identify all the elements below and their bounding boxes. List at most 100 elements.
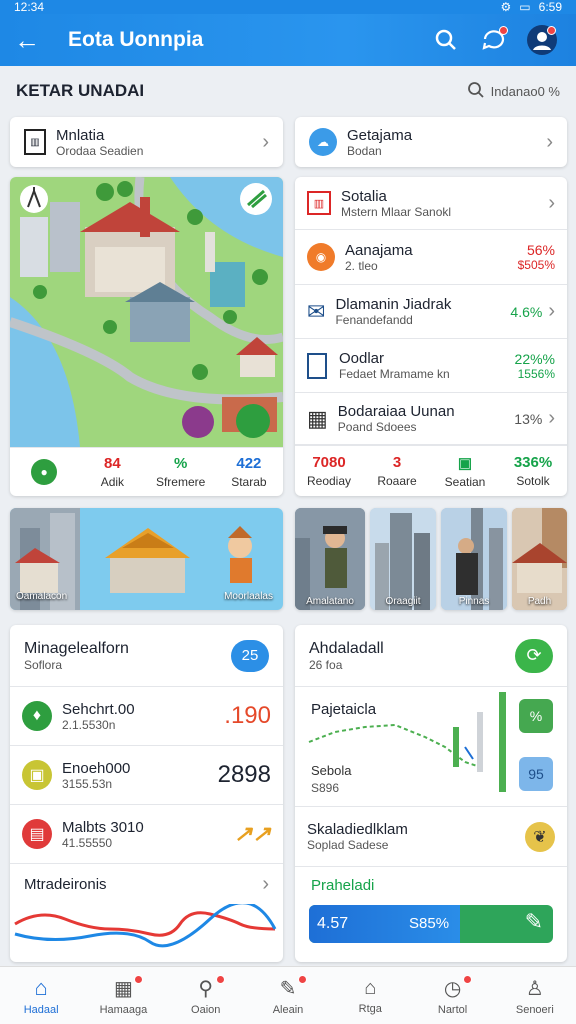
banner-label-left: Oamalacon — [16, 591, 68, 602]
section-filter-label: Indanao0 % — [490, 83, 560, 99]
chip-blue[interactable]: 95 — [519, 757, 553, 791]
search-icon[interactable] — [426, 20, 466, 60]
photo-tile-3[interactable]: Pinnas — [441, 508, 507, 610]
map-stat-3[interactable]: 422 Starab — [215, 455, 283, 489]
location-pin-icon: ● — [31, 459, 58, 485]
progress-title: Praheladi — [311, 877, 375, 894]
nav-item-history[interactable]: ◷ Nartol — [411, 967, 493, 1024]
nav-item-search[interactable]: ⚲ Oaion — [165, 967, 247, 1024]
chevron-right-icon: › — [548, 407, 555, 429]
person-icon: ♙ — [525, 977, 544, 1000]
map-stat-1-value: 84 — [104, 455, 121, 472]
left-panel-badge[interactable]: 25 — [231, 639, 269, 672]
list-item-subtitle: Mstern Mlaar Sanokl — [341, 204, 452, 219]
nav-item-home[interactable]: ⌂ Hadaal — [0, 967, 82, 1024]
status-time: 12:34 — [14, 0, 45, 14]
list-item-value: 13% — [514, 410, 543, 427]
right-panel-row[interactable]: Skaladiedlklam Soplad Sadese ❦ — [295, 807, 567, 867]
chart-sub-1: Sebola — [311, 763, 352, 778]
list-item[interactable]: ◉ Aanajama 2. tleo 56% $505% — [295, 230, 567, 285]
building-icon: ⌂ — [364, 976, 377, 999]
list-stat-3[interactable]: ▣ Seatian — [431, 454, 499, 489]
message-icon: ▦ — [113, 977, 133, 1000]
list-item-subtitle: Fenandefandd — [335, 313, 413, 327]
list-item-title: Bodaraiaa Uunan — [337, 403, 455, 420]
list-stat-2[interactable]: 3 Roaare — [363, 454, 431, 488]
nav-label: Hamaaga — [99, 1003, 148, 1016]
map-stat-location[interactable]: ● — [10, 459, 78, 485]
nav-label: Senoeri — [515, 1003, 554, 1016]
list-stat-4-label: Sotolk — [516, 474, 550, 488]
back-arrow-icon[interactable]: ← — [14, 25, 44, 56]
chip-green[interactable]: % — [519, 699, 553, 733]
chevron-right-icon: › — [548, 300, 555, 322]
list-stat-2-value: 3 — [392, 454, 402, 471]
section-filter[interactable]: Indanao0 % — [467, 81, 560, 102]
list-item-value: 56% — [526, 242, 555, 258]
nav-item-places[interactable]: ⌂ Rtga — [329, 967, 411, 1024]
city-map-illustration[interactable] — [10, 177, 283, 447]
top-card-left-title: Mnlatia — [56, 126, 105, 144]
notification-dot — [499, 26, 508, 35]
nav-item-messages[interactable]: ▦ Hamaaga — [82, 967, 164, 1024]
map-stat-2[interactable]: % Sfremere — [147, 455, 215, 489]
notification-dot — [133, 975, 143, 984]
metric-row[interactable]: ▣ Enoeh000 3155.53n 2898 — [10, 746, 283, 805]
metric-row[interactable]: ♦ Sehchrt.00 2.1.5530n .190 — [10, 687, 283, 746]
photo-label-2: Oraagiit — [385, 596, 421, 607]
nav-label: Aleain — [272, 1003, 304, 1016]
photo-tile-2[interactable]: Oraagiit — [370, 508, 436, 610]
list-stat-1-value: 7080 — [312, 454, 346, 471]
person-city-photo — [441, 508, 507, 610]
nav-label: Nartol — [437, 1003, 468, 1016]
list-item[interactable]: Oodlar Fedaet Mramame kn 22%% 1556% — [295, 339, 567, 393]
right-row-title: Skaladiedlklam — [307, 821, 408, 838]
notification-dot — [462, 975, 472, 984]
progress-bar[interactable]: 4.57 S85% ✎ — [309, 905, 553, 943]
right-row-subtitle: Soplad Sadese — [307, 838, 389, 852]
metric-row[interactable]: ▤ Malbts 3010 41.55550 ↗↗ — [10, 805, 283, 864]
trend-up-icon: ↗↗ — [234, 821, 271, 846]
list-item-title: Dlamanin Jiadrak — [335, 296, 452, 313]
photo-label-3: Pinnas — [458, 596, 490, 607]
list-stat-4[interactable]: 336% Sotolk — [499, 454, 567, 488]
nav-item-alerts[interactable]: ✎ Aleain — [247, 967, 329, 1024]
metric-row-title: Malbts 3010 — [62, 818, 144, 836]
top-card-right[interactable]: ☁ Getajama Bodan › — [295, 117, 567, 167]
list-card: ▥ Sotalia Mstern Mlaar Sanokl › ◉ Aanajam… — [295, 177, 567, 496]
chevron-right-icon[interactable]: › — [262, 873, 269, 896]
top-card-left[interactable]: ▥ Mnlatia Orodaa Seadien › — [10, 117, 283, 167]
nav-item-profile[interactable]: ♙ Senoeri — [494, 967, 576, 1024]
left-panel-footer: Mtradeironis — [24, 875, 107, 893]
chat-icon[interactable] — [474, 20, 514, 60]
chevron-right-icon: › — [262, 130, 269, 153]
map-stat-3-label: Starab — [231, 475, 267, 489]
person-photo — [295, 508, 365, 610]
list-item-value-2: $505% — [517, 258, 555, 272]
orange-badge-icon: ◉ — [307, 243, 335, 271]
list-item[interactable]: ▥ Sotalia Mstern Mlaar Sanokl › — [295, 177, 567, 230]
nav-label: Hadaal — [23, 1004, 59, 1016]
search-icon — [467, 81, 485, 102]
section-header: KETAR UNADAI Indanao0 % — [0, 66, 576, 116]
metric-row-value: 2898 — [217, 761, 271, 788]
refresh-icon[interactable]: ⟳ — [515, 638, 553, 673]
photo-tile-4[interactable]: Padh — [512, 508, 567, 610]
map-stat-1[interactable]: 84 Adik — [78, 455, 146, 489]
chevron-right-icon: › — [548, 191, 555, 214]
grid-icon: ▦ — [307, 405, 328, 431]
top-card-left-subtitle: Orodaa Seadien — [56, 143, 144, 158]
left-panel-title: Minagelealforn — [24, 639, 129, 657]
list-stat-1[interactable]: 7080 Reodiay — [295, 454, 363, 488]
cloud-icon: ☁ — [309, 128, 337, 156]
banner-card[interactable]: Oamalacon Moorlaalas — [10, 508, 283, 610]
list-item[interactable]: ✉ Dlamanin Jiadrak Fenandefandd 4.6% › — [295, 285, 567, 339]
avatar[interactable] — [522, 20, 562, 60]
map-card: ● 84 Adik % Sfremere 422 Starab — [10, 177, 283, 496]
list-item[interactable]: ▦ Bodaraiaa Uunan Poand Sdoees 13% › — [295, 393, 567, 445]
photo-tile-1[interactable]: Amalatano — [295, 508, 365, 610]
building-icon: ▥ — [24, 129, 46, 155]
progress-right-value: S85% — [409, 915, 450, 932]
map-stat-3-value: 422 — [236, 455, 262, 472]
chat-bubble-icon: ✎ — [524, 909, 543, 934]
